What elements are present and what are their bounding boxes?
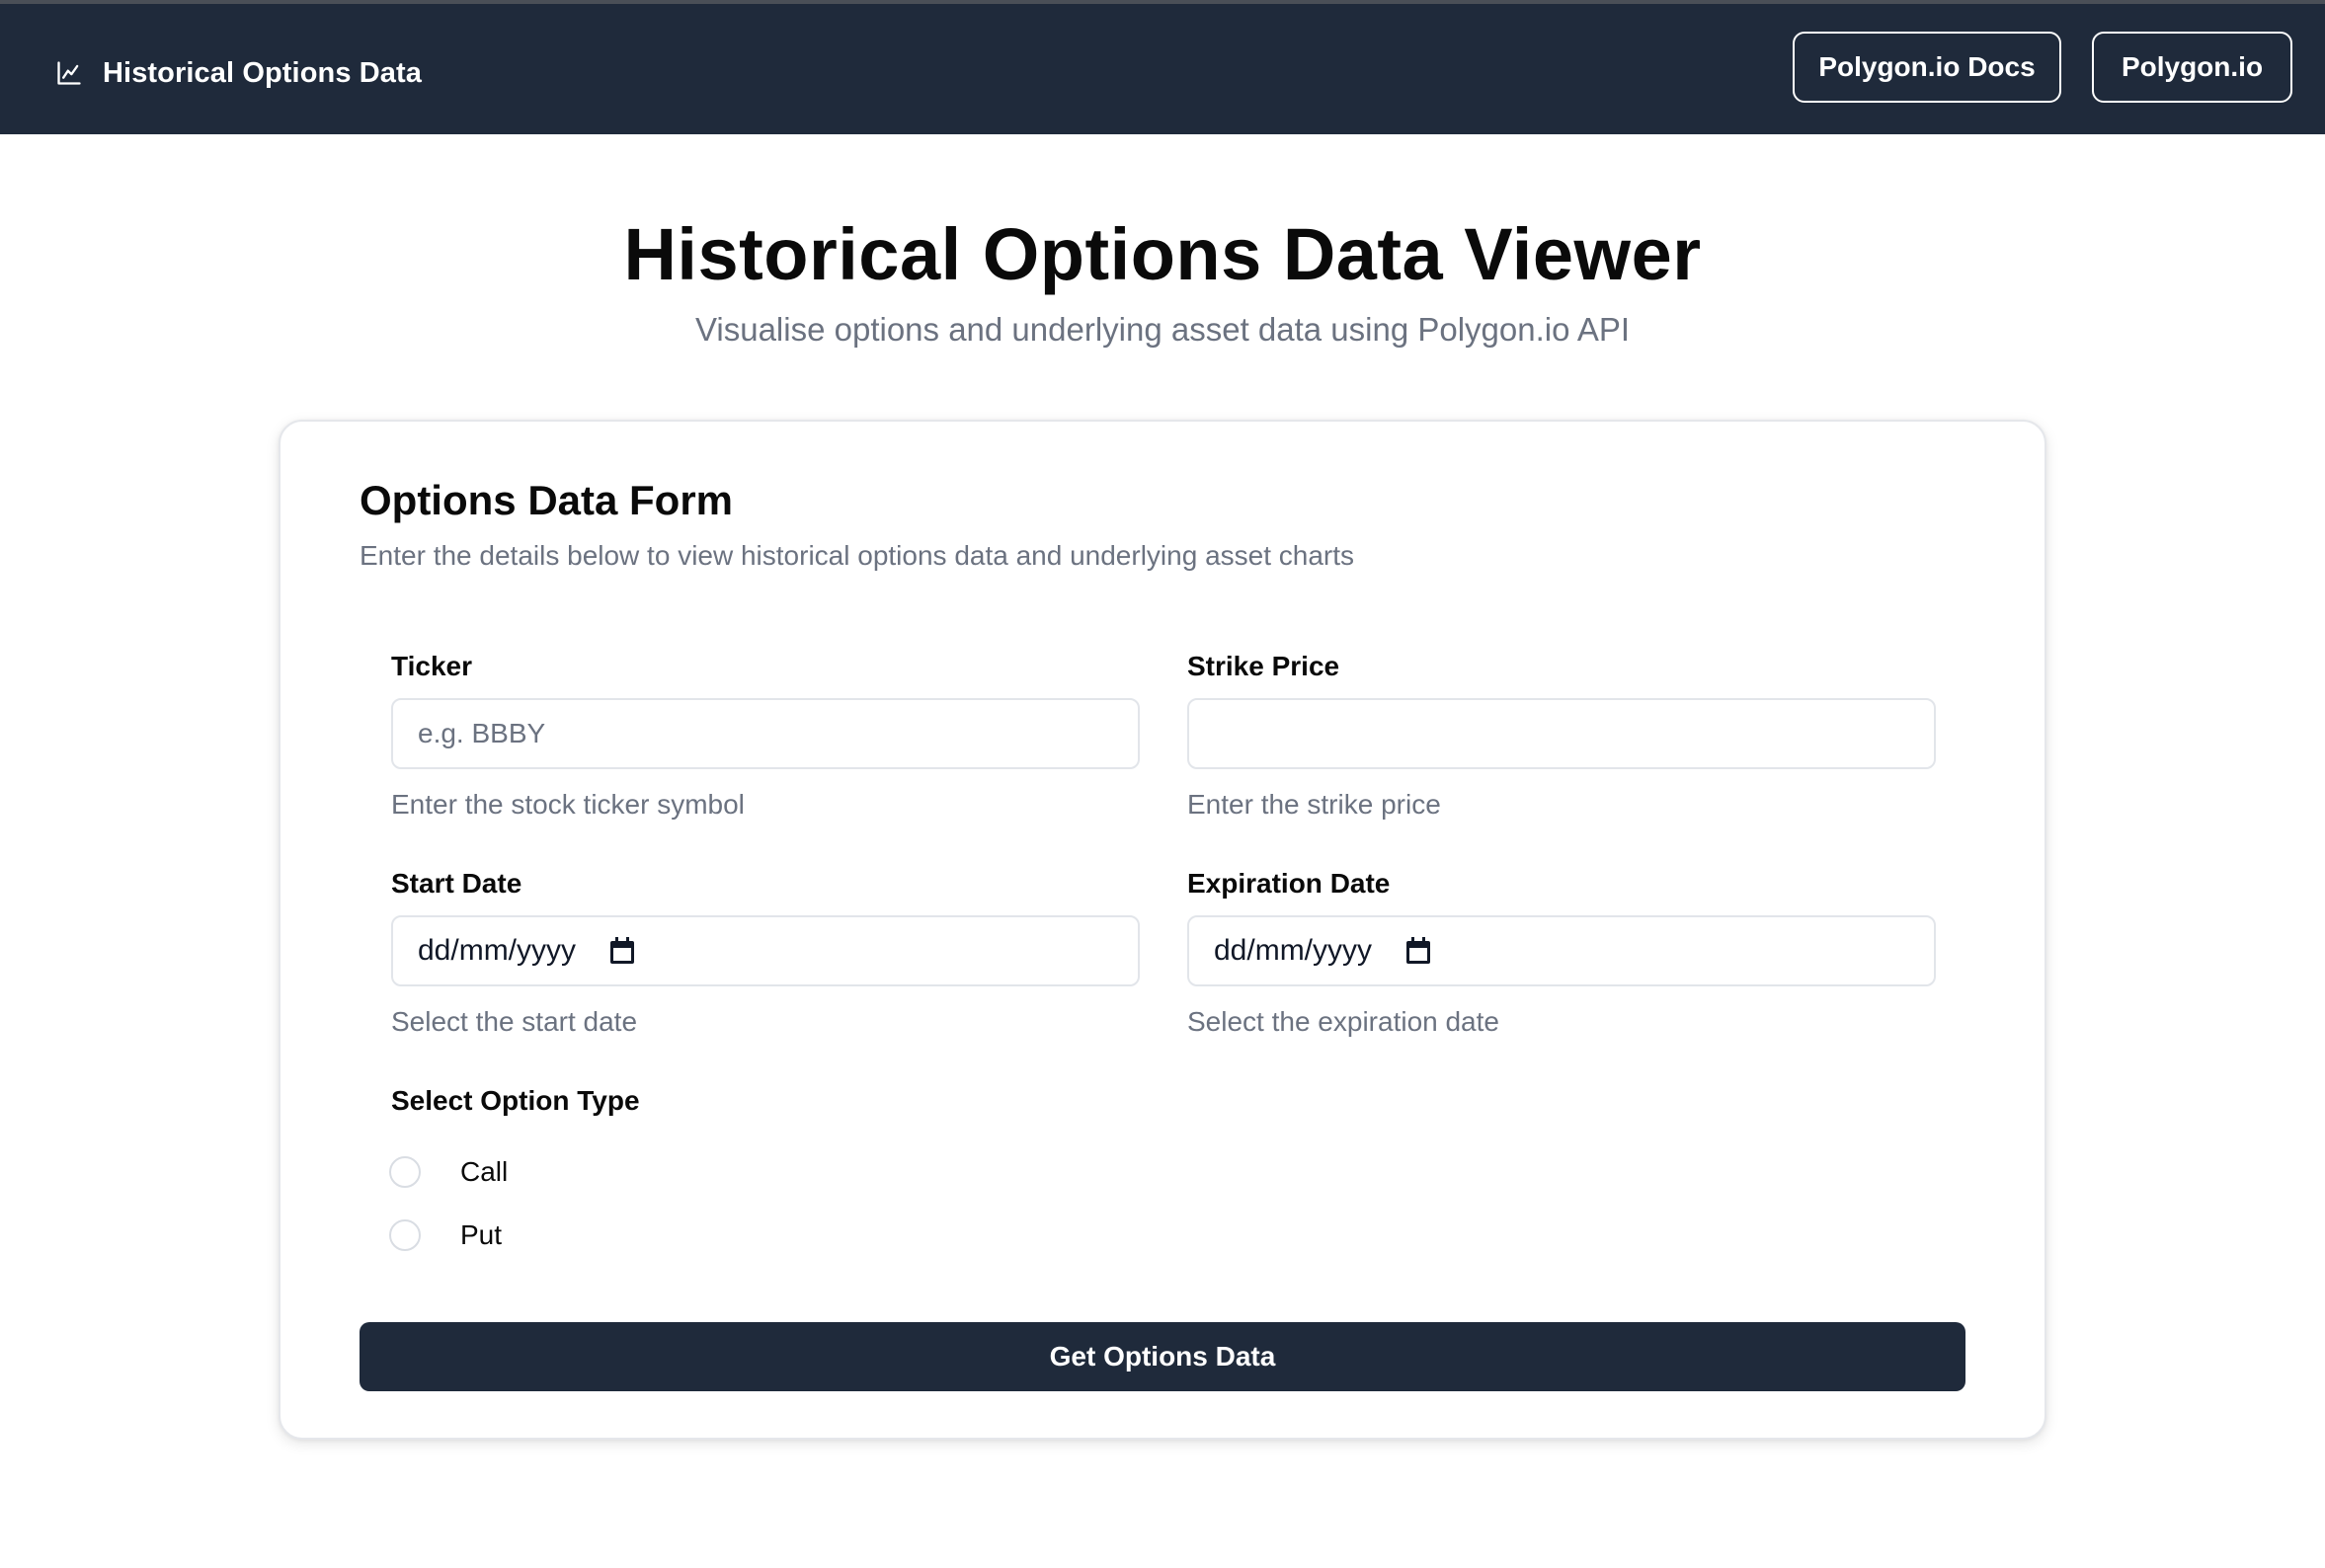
strike-price-input[interactable] <box>1187 698 1936 769</box>
page-title: Historical Options Data Viewer <box>623 213 1702 295</box>
option-put[interactable]: Put <box>389 1215 502 1255</box>
expiration-date-input[interactable]: dd/mm/yyyy <box>1187 915 1936 986</box>
start-date-label: Start Date <box>391 868 522 899</box>
form-description: Enter the details below to view historic… <box>360 540 1355 571</box>
expiration-date-value: dd/mm/yyyy <box>1214 934 1373 967</box>
start-date-value: dd/mm/yyyy <box>418 934 577 967</box>
start-date-help: Select the start date <box>391 1006 638 1037</box>
put-radio[interactable] <box>389 1219 421 1251</box>
strike-price-label: Strike Price <box>1187 651 1340 681</box>
brand[interactable]: Historical Options Data <box>55 51 422 95</box>
navbar: Historical Options Data Polygon.io Docs … <box>0 4 2325 134</box>
put-label[interactable]: Put <box>460 1219 502 1251</box>
start-date-input[interactable]: dd/mm/yyyy <box>391 915 1140 986</box>
calendar-icon[interactable] <box>609 937 635 965</box>
get-options-data-button[interactable]: Get Options Data <box>360 1322 1965 1391</box>
call-radio[interactable] <box>389 1156 421 1188</box>
page-subtitle: Visualise options and underlying asset d… <box>694 311 1631 348</box>
option-type-label: Select Option Type <box>391 1085 640 1116</box>
polygon-site-button[interactable]: Polygon.io <box>2092 32 2292 103</box>
expiration-date-help: Select the expiration date <box>1187 1006 1499 1037</box>
call-label[interactable]: Call <box>460 1156 508 1188</box>
form-title: Options Data Form <box>360 477 734 523</box>
calendar-icon[interactable] <box>1405 937 1431 965</box>
options-form-card: Options Data Form Enter the details belo… <box>279 420 2046 1440</box>
ticker-label: Ticker <box>391 651 472 681</box>
ticker-input[interactable]: e.g. BBBY <box>391 698 1140 769</box>
ticker-placeholder: e.g. BBBY <box>418 718 546 748</box>
option-call[interactable]: Call <box>389 1152 508 1192</box>
expiration-date-label: Expiration Date <box>1187 868 1391 899</box>
brand-title: Historical Options Data <box>103 56 422 89</box>
strike-price-help: Enter the strike price <box>1187 789 1441 820</box>
polygon-docs-button[interactable]: Polygon.io Docs <box>1793 32 2061 103</box>
chart-icon <box>55 59 83 87</box>
ticker-help: Enter the stock ticker symbol <box>391 789 745 820</box>
